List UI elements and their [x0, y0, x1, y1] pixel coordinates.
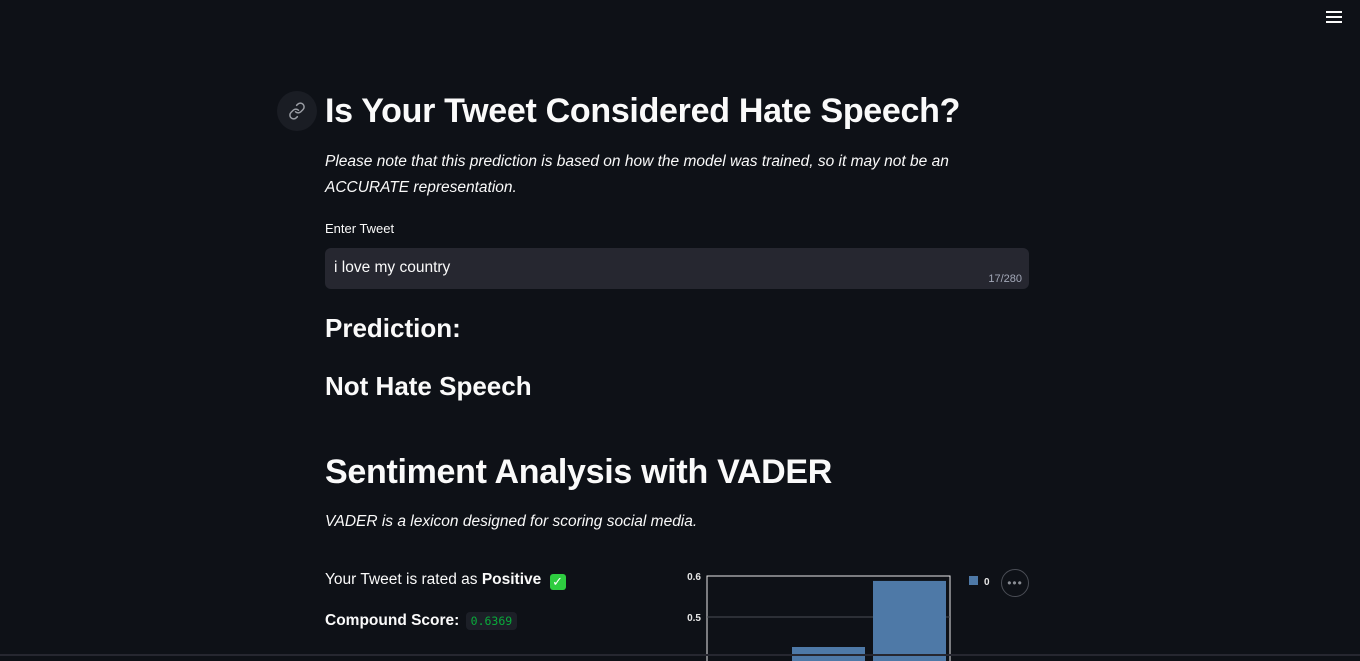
compound-score: Compound Score: 0.6369: [325, 612, 518, 630]
check-mark-icon: ✓: [549, 574, 566, 590]
link-icon: [289, 102, 305, 120]
compound-value: 0.6369: [465, 612, 518, 630]
prediction-result: Not Hate Speech: [325, 371, 532, 401]
legend-swatch: [969, 576, 978, 585]
tweet-input-label: Enter Tweet: [325, 221, 395, 236]
header-anchor-link[interactable]: [277, 91, 317, 131]
rating-prefix: Your Tweet is rated as: [325, 571, 482, 588]
more-options-icon: •••: [1007, 576, 1023, 590]
tweet-input-value: i love my country: [334, 259, 451, 276]
main-menu-button[interactable]: [1324, 8, 1344, 26]
tweet-input[interactable]: i love my country 17/280: [325, 248, 1029, 289]
chart-svg: 0.6 0.5 0: [687, 572, 990, 661]
chart-more-options-button[interactable]: •••: [1001, 569, 1029, 597]
char-counter: 17/280: [988, 273, 1022, 285]
chart-bar: [873, 580, 946, 661]
y-tick-label: 0.5: [687, 613, 701, 624]
rating-value: Positive: [481, 571, 542, 588]
page-title: Is Your Tweet Considered Hate Speech?: [325, 92, 961, 130]
prediction-heading: Prediction:: [325, 313, 461, 343]
legend-label: 0: [984, 577, 990, 588]
hamburger-menu-icon: [1326, 11, 1342, 13]
sentiment-title: Sentiment Analysis with VADER: [325, 453, 833, 491]
y-tick-label: 0.6: [687, 572, 701, 583]
vader-note: VADER is a lexicon designed for scoring …: [325, 513, 698, 530]
sentiment-rating: Your Tweet is rated as Positive ✓: [325, 571, 566, 590]
compound-label: Compound Score:: [325, 612, 460, 629]
sentiment-bar-chart: 0.6 0.5 0: [670, 566, 1040, 661]
disclaimer-note: Please note that this prediction is base…: [325, 153, 949, 196]
